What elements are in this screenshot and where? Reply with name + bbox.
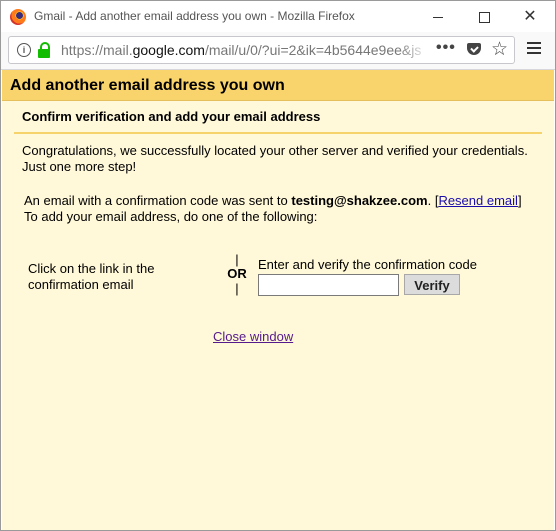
page-actions-icon[interactable]: •••	[436, 39, 456, 57]
section-heading: Confirm verification and add your email …	[22, 109, 321, 124]
info-icon[interactable]: i	[17, 43, 31, 57]
dialog-content: Confirm verification and add your email …	[2, 101, 554, 530]
bookmark-star-icon[interactable]: ☆	[491, 38, 508, 61]
navigation-bar: i https://mail.google.com/mail/u/0/?ui=2…	[1, 32, 555, 70]
option-click-link: Click on the link in the confirmation em…	[28, 261, 155, 292]
maximize-button[interactable]	[461, 1, 507, 32]
url-text[interactable]: https://mail.google.com/mail/u/0/?ui=2&i…	[61, 42, 421, 58]
dialog-title: Add another email address you own	[10, 77, 285, 94]
url-domain: google.com	[132, 42, 205, 58]
minimize-button[interactable]	[415, 1, 461, 32]
confirmation-info: An email with a confirmation code was se…	[24, 193, 544, 225]
pocket-icon[interactable]	[467, 43, 481, 55]
firefox-logo-icon	[10, 9, 26, 25]
lock-icon[interactable]	[37, 42, 51, 58]
title-bar: Gmail - Add another email address you ow…	[1, 1, 555, 32]
window-title: Gmail - Add another email address you ow…	[34, 9, 355, 23]
instruction-text: To add your email address, do one of the…	[24, 209, 318, 224]
close-bracket: ]	[517, 193, 522, 208]
browser-window: Gmail - Add another email address you ow…	[0, 0, 556, 531]
verify-button[interactable]: Verify	[404, 274, 460, 295]
or-bar-bottom: |	[235, 281, 239, 296]
sent-prefix: An email with a confirmation code was se…	[24, 193, 292, 208]
confirmation-code-input[interactable]	[258, 274, 399, 296]
code-label: Enter and verify the confirmation code	[258, 257, 477, 272]
or-bar-top: |	[235, 252, 239, 267]
sent-after-email: . [	[427, 193, 439, 208]
email-address: testing@shakzee.com	[291, 193, 428, 208]
or-separator: | OR |	[225, 253, 249, 295]
dialog-header: Add another email address you own	[2, 70, 554, 101]
hamburger-menu-icon[interactable]	[527, 42, 541, 56]
close-window-link[interactable]: Close window	[213, 329, 293, 344]
section-header: Confirm verification and add your email …	[14, 101, 542, 134]
close-window-button[interactable]: ✕	[507, 1, 553, 32]
or-label: OR	[227, 266, 247, 281]
url-fade	[399, 39, 429, 61]
url-suffix: /mail/u/0/?ui=2&ik=4b5644e9ee&js	[204, 42, 421, 58]
url-prefix: https://mail.	[61, 42, 133, 58]
url-bar[interactable]: i https://mail.google.com/mail/u/0/?ui=2…	[8, 36, 515, 64]
congrats-text: Congratulations, we successfully located…	[22, 143, 528, 174]
resend-email-link[interactable]: Resend email	[438, 193, 518, 208]
